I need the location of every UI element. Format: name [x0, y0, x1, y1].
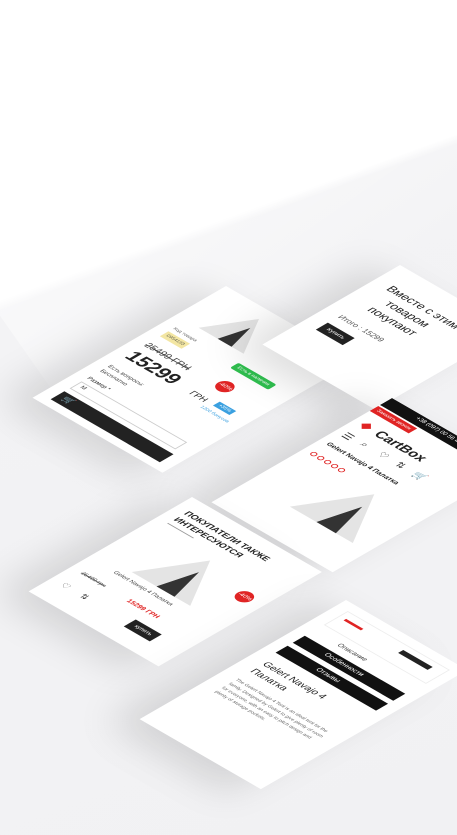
tab-reviews-label: Отзывы — [313, 667, 342, 684]
size-value: M — [78, 385, 88, 391]
wishlist-icon[interactable]: ♡ — [57, 581, 74, 591]
cart-icon[interactable]: 🛒 — [409, 471, 429, 483]
cart-icon: 🛒 — [59, 395, 78, 406]
menu-icon[interactable]: ☰ — [338, 431, 358, 442]
price-currency: ГРН — [186, 389, 211, 404]
compare-icon[interactable]: ⇅ — [392, 461, 409, 471]
heart-icon[interactable]: ♡ — [374, 451, 391, 461]
product-image — [289, 476, 406, 544]
recommend-new-price: 15299 ГРН — [124, 598, 161, 620]
recommend-old-price: 25499 грн — [78, 571, 108, 589]
compare-icon[interactable]: ⇅ — [76, 592, 92, 601]
logo-icon: ◆ — [355, 418, 380, 433]
recommend-discount-badge: -40% — [230, 588, 259, 605]
search-icon[interactable]: ⌕ — [357, 441, 371, 449]
strip-accent — [343, 618, 364, 631]
strip-dark-bar — [398, 649, 433, 670]
recommend-product-image[interactable] — [131, 543, 240, 606]
discount-badge: -40% — [211, 378, 239, 395]
buy-button[interactable]: купить — [123, 619, 162, 642]
stock-badge: Есть в наличии — [229, 362, 277, 390]
current-price: 15299 — [119, 348, 187, 388]
